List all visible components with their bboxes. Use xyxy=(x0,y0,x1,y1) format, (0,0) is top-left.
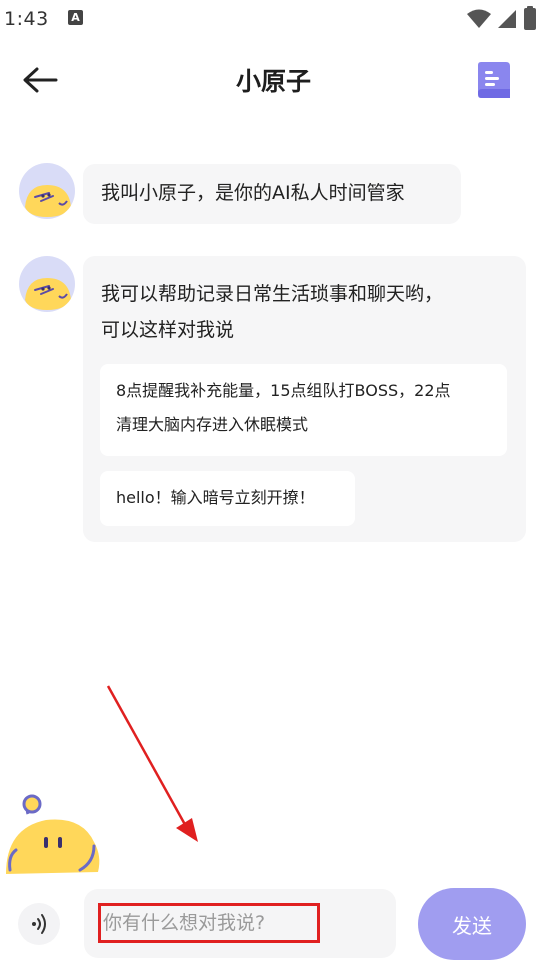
message-text-line: 我可以帮助记录日常生活琐事和聊天哟， xyxy=(101,283,444,305)
chat-bubble-capabilities: 我可以帮助记录日常生活琐事和聊天哟， 可以这样对我说 8点提醒我补充能量，15点… xyxy=(83,256,526,542)
assistant-avatar xyxy=(19,256,75,312)
annotation-arrow-icon xyxy=(106,685,198,842)
message-text-line: 可以这样对我说 xyxy=(101,319,235,341)
message-text: 我叫小原子，是你的AI私人时间管家 xyxy=(101,182,405,204)
send-button[interactable]: 发送 xyxy=(418,888,526,960)
battery-icon xyxy=(524,6,536,30)
message-input[interactable] xyxy=(98,903,320,943)
signal-icon xyxy=(498,10,516,28)
suggestion-card[interactable]: 8点提醒我补充能量，15点组队打BOSS，22点 清理大脑内存进入休眠模式 xyxy=(100,364,507,456)
notification-a-icon: A xyxy=(68,10,83,25)
suggestion-text-line: 8点提醒我补充能量，15点组队打BOSS，22点 xyxy=(116,381,451,400)
suggestion-text-line: hello！输入暗号立刻开撩！ xyxy=(116,488,315,507)
app-header: 小原子 xyxy=(0,48,547,112)
assistant-avatar xyxy=(19,163,75,219)
message-input-container xyxy=(84,889,396,958)
mascot-character-icon[interactable] xyxy=(2,794,102,876)
suggestion-text-line: 清理大脑内存进入休眠模式 xyxy=(116,415,309,434)
voice-icon xyxy=(32,914,46,934)
chat-bubble-intro: 我叫小原子，是你的AI私人时间管家 xyxy=(83,164,461,224)
document-icon[interactable] xyxy=(476,61,512,99)
page-title: 小原子 xyxy=(235,67,311,96)
mascot-avatar-icon xyxy=(25,278,71,310)
voice-input-button[interactable] xyxy=(18,903,60,945)
status-bar: 1:43 A xyxy=(0,0,547,40)
mascot-avatar-icon xyxy=(25,185,71,217)
status-time: 1:43 xyxy=(4,8,49,30)
suggestion-card[interactable]: hello！输入暗号立刻开撩！ xyxy=(100,471,355,526)
wifi-icon xyxy=(467,9,491,28)
